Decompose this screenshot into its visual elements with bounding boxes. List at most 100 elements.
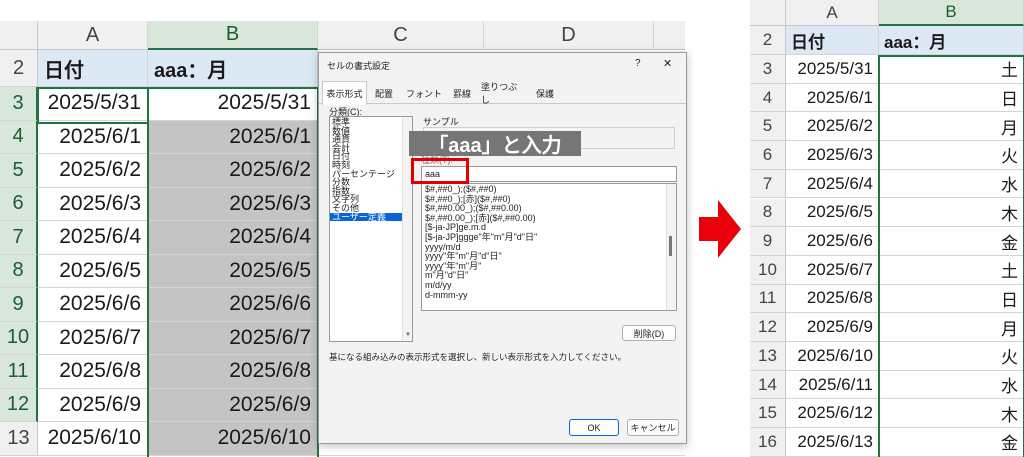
weekday-cell[interactable]: 月 <box>879 313 1024 342</box>
date-cell[interactable]: 2025/5/31 <box>38 87 148 121</box>
column-header-a[interactable]: A <box>38 21 148 50</box>
row-header[interactable]: 4 <box>750 83 786 113</box>
date-cell[interactable]: 2025/6/7 <box>38 321 148 355</box>
format-item[interactable]: d-mmm-yy <box>422 290 676 301</box>
column-header-b[interactable]: B <box>148 21 318 50</box>
row-header[interactable]: 15 <box>750 399 786 429</box>
date-cell[interactable]: 2025/6/11 <box>786 370 879 400</box>
row-header[interactable]: 9 <box>0 288 38 322</box>
ok-button[interactable]: OK <box>569 419 619 436</box>
header-cell-weekday[interactable]: aaa：月 <box>879 26 1024 55</box>
header-cell-date[interactable]: 日付 <box>38 50 148 87</box>
header-cell-date[interactable]: 日付 <box>786 26 879 55</box>
row-header[interactable]: 13 <box>750 342 786 371</box>
row-header[interactable]: 6 <box>750 141 786 170</box>
formatted-cell[interactable]: 2025/6/2 <box>148 154 318 188</box>
cancel-button[interactable]: キャンセル <box>627 419 679 436</box>
date-cell[interactable]: 2025/6/2 <box>38 154 148 188</box>
date-cell[interactable]: 2025/6/9 <box>786 313 879 342</box>
row-header[interactable]: 14 <box>750 370 786 400</box>
weekday-cell[interactable]: 火 <box>879 342 1024 371</box>
date-cell[interactable]: 2025/6/1 <box>786 83 879 113</box>
weekday-cell[interactable]: 日 <box>879 83 1024 113</box>
column-header-c[interactable]: C <box>318 21 484 50</box>
row-header[interactable]: 6 <box>0 187 38 221</box>
date-cell[interactable]: 2025/6/1 <box>38 120 148 154</box>
date-cell[interactable]: 2025/6/2 <box>786 112 879 142</box>
row-header[interactable]: 9 <box>750 227 786 256</box>
row-header[interactable]: 10 <box>0 321 38 355</box>
date-cell[interactable]: 2025/6/9 <box>38 388 148 422</box>
row-header[interactable]: 7 <box>0 221 38 255</box>
row-header[interactable]: 11 <box>0 355 38 389</box>
date-cell[interactable]: 2025/6/3 <box>38 187 148 221</box>
column-header-d[interactable]: D <box>484 21 654 50</box>
header-cell-weekday[interactable]: aaa：月 <box>148 50 318 87</box>
row-header[interactable]: 4 <box>0 120 38 154</box>
delete-button[interactable]: 削除(D) <box>622 325 676 341</box>
date-cell[interactable]: 2025/6/3 <box>786 141 879 170</box>
tab-fill[interactable]: 塗りつぶし <box>481 82 525 105</box>
column-header-a[interactable]: A <box>786 0 879 26</box>
row-header[interactable]: 2 <box>0 50 38 87</box>
weekday-cell[interactable]: 月 <box>879 112 1024 142</box>
formatted-cell[interactable]: 2025/6/4 <box>148 221 318 255</box>
weekday-cell[interactable]: 日 <box>879 284 1024 314</box>
weekday-cell[interactable]: 水 <box>879 169 1024 199</box>
tab-protection[interactable]: 保護 <box>531 83 559 103</box>
weekday-cell[interactable]: 金 <box>879 428 1024 457</box>
row-header[interactable]: 7 <box>750 169 786 199</box>
select-all-corner[interactable] <box>750 0 786 26</box>
date-cell[interactable]: 2025/6/6 <box>38 288 148 322</box>
weekday-cell[interactable]: 土 <box>879 255 1024 285</box>
date-cell[interactable]: 2025/6/6 <box>786 227 879 256</box>
format-scrollbar[interactable] <box>666 184 676 310</box>
date-cell[interactable]: 2025/6/10 <box>38 422 148 456</box>
date-cell[interactable]: 2025/6/12 <box>786 399 879 429</box>
date-cell[interactable]: 2025/6/8 <box>38 355 148 389</box>
date-cell[interactable]: 2025/6/4 <box>786 169 879 199</box>
formatted-cell[interactable]: 2025/6/1 <box>148 120 318 154</box>
row-header[interactable]: 12 <box>0 388 38 422</box>
format-item[interactable]: m"月"d"日" <box>422 271 676 281</box>
row-header[interactable]: 13 <box>0 422 38 456</box>
weekday-cell[interactable]: 土 <box>879 55 1024 84</box>
weekday-cell[interactable]: 木 <box>879 399 1024 429</box>
date-cell[interactable]: 2025/6/10 <box>786 342 879 371</box>
formatted-cell[interactable]: 2025/6/3 <box>148 187 318 221</box>
formatted-cell[interactable]: 2025/6/6 <box>148 288 318 322</box>
column-header-e[interactable] <box>654 21 685 50</box>
date-cell[interactable]: 2025/6/13 <box>786 428 879 457</box>
row-header[interactable]: 8 <box>750 198 786 228</box>
formatted-cell[interactable]: 2025/6/5 <box>148 254 318 288</box>
row-header[interactable]: 5 <box>750 112 786 142</box>
column-header-b[interactable]: B <box>879 0 1024 26</box>
row-header[interactable]: 2 <box>750 26 786 55</box>
date-cell[interactable]: 2025/6/4 <box>38 221 148 255</box>
close-icon[interactable]: ✕ <box>663 57 672 70</box>
row-header[interactable]: 3 <box>0 87 38 121</box>
category-listbox[interactable]: 標準 数値 通貨 会計 日付 時刻 パーセンテージ 分数 指数 文字列 その他 ユーザー定義 ▼ <box>329 116 413 342</box>
formatted-cell[interactable]: 2025/6/9 <box>148 388 318 422</box>
weekday-cell[interactable]: 火 <box>879 141 1024 170</box>
date-cell[interactable]: 2025/6/7 <box>786 255 879 285</box>
format-listbox[interactable]: $#,##0_);($#,##0) $#,##0_);[赤]($#,##0) $#,… <box>421 183 677 311</box>
row-header[interactable]: 11 <box>750 284 786 314</box>
date-cell[interactable]: 2025/6/5 <box>786 198 879 228</box>
select-all-corner[interactable] <box>0 21 38 50</box>
formatted-cell[interactable]: 2025/6/7 <box>148 321 318 355</box>
row-header[interactable]: 5 <box>0 154 38 188</box>
weekday-cell[interactable]: 金 <box>879 227 1024 256</box>
row-header[interactable]: 10 <box>750 255 786 285</box>
tab-font[interactable]: フォント <box>406 83 442 103</box>
formatted-cell[interactable]: 2025/6/10 <box>148 422 318 456</box>
category-item[interactable]: ユーザー定義 <box>330 212 412 222</box>
date-cell[interactable]: 2025/6/8 <box>786 284 879 314</box>
help-icon[interactable]: ? <box>635 58 641 69</box>
formatted-cell[interactable]: 2025/5/31 <box>148 87 318 121</box>
row-header[interactable]: 16 <box>750 428 786 457</box>
weekday-cell[interactable]: 水 <box>879 370 1024 400</box>
tab-alignment[interactable]: 配置 <box>370 83 398 103</box>
weekday-cell[interactable]: 木 <box>879 198 1024 228</box>
date-cell[interactable]: 2025/6/5 <box>38 254 148 288</box>
